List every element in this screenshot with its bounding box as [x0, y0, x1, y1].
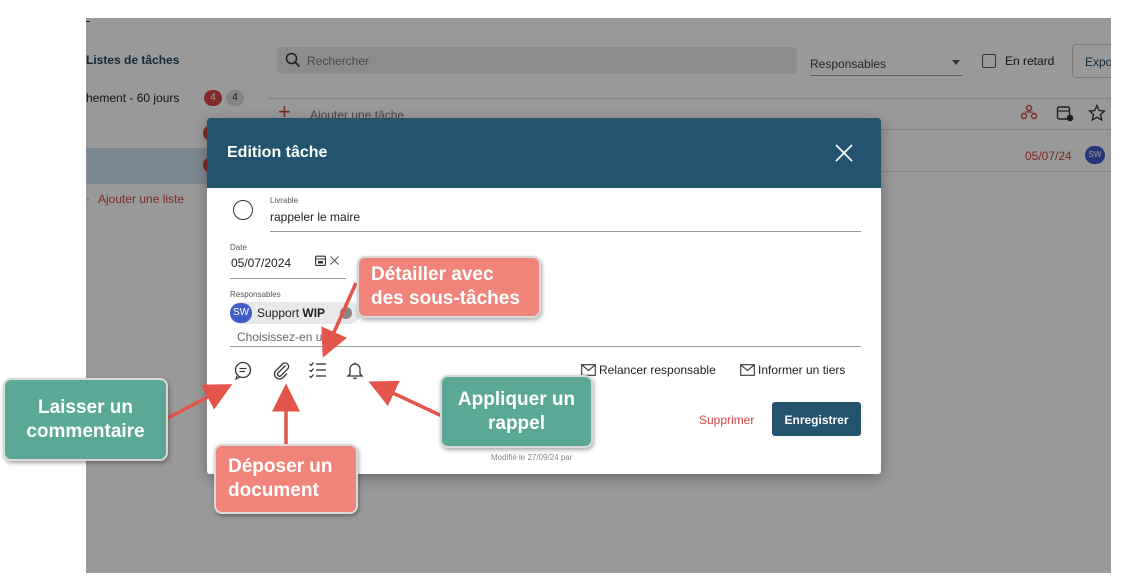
informer-tiers-button[interactable]: Informer un tiers [740, 362, 860, 378]
callout-subtasks-line2: des sous-tâches [371, 288, 520, 309]
modal-header: Edition tâche [207, 118, 881, 188]
responsables-underline [230, 346, 861, 347]
date-input[interactable]: 05/07/2024 [231, 256, 291, 270]
date-underline [230, 278, 346, 279]
chip-name-text: Support [257, 306, 300, 320]
clear-icon[interactable] [329, 255, 340, 266]
comment-icon[interactable] [233, 360, 253, 380]
screenshot-stage: Listes de tâches hement - 60 jours 4 4 ·… [0, 0, 1121, 581]
callout-document: Déposer un document [214, 444, 358, 514]
relancer-responsable-button[interactable]: Relancer responsable [581, 362, 727, 378]
callout-subtasks: Détailler avec des sous-tâches [357, 256, 541, 318]
modified-info: Modifié le 27/09/24 par [491, 453, 573, 462]
remove-chip-icon[interactable] [340, 307, 352, 319]
save-button-label: Enregistrer [784, 413, 849, 427]
task-complete-toggle[interactable] [233, 200, 253, 220]
modal-title: Edition tâche [227, 144, 328, 161]
relancer-label: Relancer responsable [599, 363, 716, 377]
livrable-input[interactable]: rappeler le maire [270, 210, 360, 224]
responsable-chip: SW Support WIP [230, 302, 360, 324]
callout-comment-line2: commentaire [26, 420, 145, 442]
calendar-icon[interactable] [315, 255, 326, 266]
close-icon[interactable] [833, 142, 855, 164]
checklist-icon[interactable] [308, 360, 328, 380]
callout-reminder-line1: Appliquer un [457, 388, 576, 410]
delete-button[interactable]: Supprimer [699, 413, 754, 427]
mail-icon [740, 364, 755, 376]
save-button[interactable]: Enregistrer [772, 402, 861, 436]
callout-reminder: Appliquer un rappel [440, 375, 593, 448]
responsables-input[interactable]: Choisissez-en u [237, 330, 322, 344]
livrable-label: Livrable [270, 196, 299, 205]
informer-label: Informer un tiers [758, 363, 846, 377]
avatar: SW [230, 303, 252, 323]
callout-subtasks-line1: Détailler avec [371, 264, 494, 285]
chip-name: Support WIP [257, 306, 325, 320]
chip-name-bold: WIP [302, 306, 326, 320]
callout-document-line1: Déposer un [228, 456, 333, 477]
livrable-underline [270, 231, 861, 232]
callout-comment: Laisser un commentaire [3, 378, 168, 461]
responsables-label: Responsables [230, 290, 281, 299]
date-label: Date [230, 243, 247, 252]
callout-comment-line1: Laisser un [37, 396, 134, 418]
callout-reminder-line2: rappel [487, 412, 546, 434]
bell-icon[interactable] [345, 360, 365, 380]
callout-document-line2: document [228, 480, 319, 501]
paperclip-icon[interactable] [271, 360, 291, 380]
